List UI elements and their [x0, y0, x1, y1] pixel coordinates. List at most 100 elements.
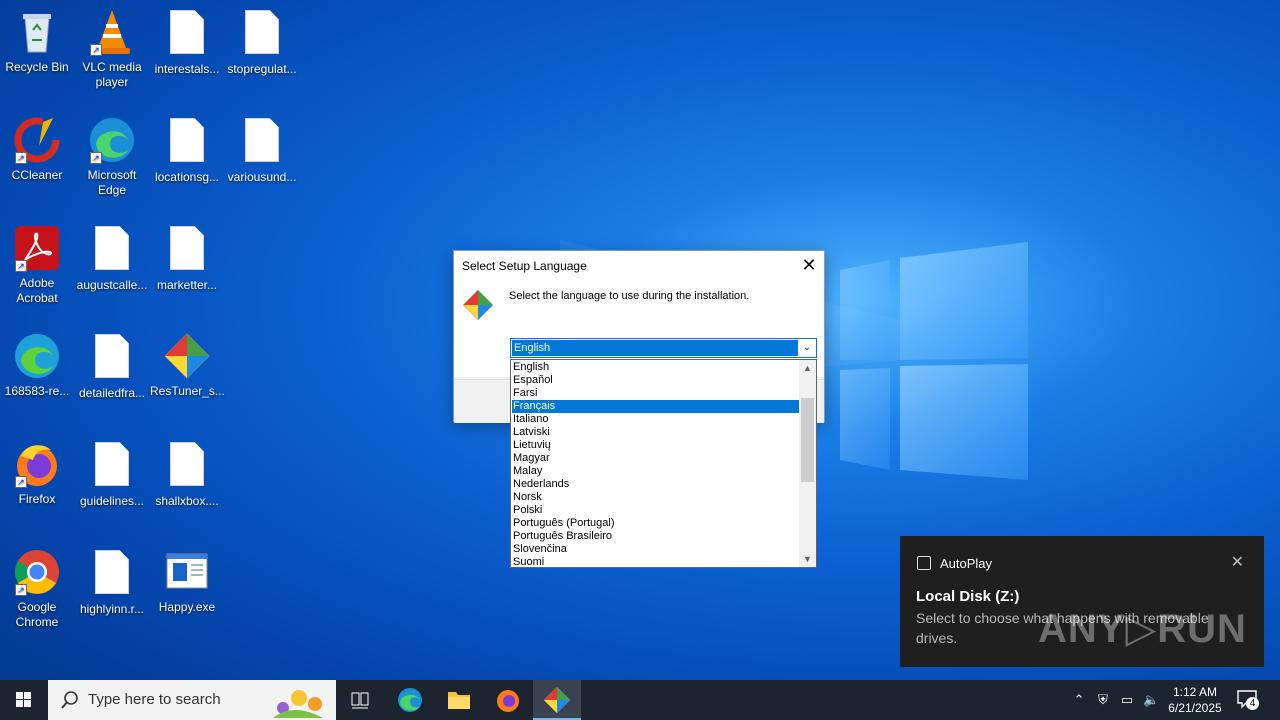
language-option[interactable]: Nederlands [512, 478, 799, 491]
notification-close-button[interactable]: ✕ [1231, 552, 1244, 572]
document-icon [245, 118, 279, 162]
search-icon [61, 691, 78, 709]
language-option[interactable]: Norsk [512, 491, 799, 504]
desktop-icon-restuner[interactable]: ResTuner_s... [150, 332, 225, 399]
taskbar-setup-button[interactable] [533, 680, 581, 720]
dropdown-scrollbar[interactable]: ▲ ▼ [799, 360, 816, 567]
desktop-icon-label: augustcalle... [76, 278, 148, 292]
language-option[interactable]: Português (Portugal) [512, 517, 799, 530]
document-icon [170, 442, 204, 486]
dialog-titlebar[interactable]: Select Setup Language ✕ [454, 251, 824, 281]
language-option[interactable]: Suomi [512, 556, 799, 569]
language-option[interactable]: Lietuvių [512, 439, 799, 452]
desktop-icon-microsoft-edge[interactable]: ↗ Microsoft Edge [75, 116, 149, 198]
desktop-icon-firefox[interactable]: ↗ Firefox [0, 440, 74, 507]
edge-icon [13, 332, 61, 380]
task-view-button[interactable] [336, 680, 384, 720]
taskbar-search-box[interactable]: Type here to search [48, 680, 336, 720]
shortcut-arrow-icon: ↗ [15, 152, 27, 164]
language-dropdown-list[interactable]: English Español Farsi Français Italiano Latvi… [510, 359, 817, 568]
taskbar-firefox-button[interactable] [484, 680, 532, 720]
desktop-icon-ccleaner[interactable]: ↗ CCleaner [0, 116, 74, 183]
desktop-icon-label: Happy.exe [158, 600, 216, 614]
language-option[interactable]: Magyar [512, 452, 799, 465]
edge-icon [398, 688, 422, 712]
document-icon [95, 226, 129, 270]
language-option[interactable]: Português Brasileiro [512, 530, 799, 543]
desktop-icon-label: 168583-re... [4, 384, 70, 398]
desktop-icon-label: highlyinn.r... [79, 602, 145, 616]
desktop-icon-recycle-bin[interactable]: Recycle Bin [0, 8, 74, 75]
defender-tray-icon[interactable]: ⛨ [1095, 692, 1111, 708]
taskbar-file-explorer-button[interactable] [435, 680, 483, 720]
language-option[interactable]: Latviski [512, 426, 799, 439]
language-option[interactable]: Italiano [512, 413, 799, 426]
start-button[interactable] [0, 680, 48, 720]
desktop-icon-adobe-acrobat[interactable]: ↗ Adobe Acrobat [0, 224, 74, 306]
desktop-icon-happy-exe[interactable]: Happy.exe [150, 548, 224, 615]
desktop-icon-label: Recycle Bin [5, 60, 69, 74]
language-items: English Español Farsi Français Italiano Latvi… [512, 361, 799, 569]
desktop-icon-marketter[interactable]: marketter... [150, 224, 224, 293]
notification-heading: Local Disk (Z:) [916, 588, 1020, 605]
network-icon[interactable]: ▭ [1119, 692, 1135, 708]
task-view-icon [351, 692, 369, 709]
desktop-icon-label: locationsg... [154, 170, 220, 184]
folder-icon [448, 692, 470, 709]
desktop-icon-label: variousund... [227, 170, 297, 184]
language-option[interactable]: Español [512, 374, 799, 387]
language-option[interactable]: English [512, 361, 799, 374]
desktop-icon-label: VLC media player [82, 60, 142, 89]
clock-date: 6/21/2025 [1168, 701, 1222, 715]
scrollbar-thumb[interactable] [801, 398, 814, 482]
desktop-icon-locationsg[interactable]: locationsg... [150, 116, 224, 185]
recycle-bin-icon [13, 8, 61, 56]
desktop-icon-shallxbox[interactable]: shallxbox.... [150, 440, 224, 509]
dialog-close-button[interactable]: ✕ [794, 251, 824, 281]
desktop-icon-label: interestals... [154, 62, 220, 76]
taskbar: Type here to search ⌃ ⛨ ▭ 🔈 1:12 AM 6/21… [0, 680, 1280, 720]
combobox-selected-value: English [512, 340, 798, 356]
desktop-icon-guidelines[interactable]: guidelines... [75, 440, 149, 509]
show-hidden-icons-chevron-up-icon[interactable]: ⌃ [1071, 692, 1087, 708]
action-center-button[interactable]: 4 [1236, 689, 1260, 711]
restuner-icon [163, 332, 211, 380]
desktop-icon-augustcalle[interactable]: augustcalle... [75, 224, 149, 293]
volume-icon[interactable]: 🔈 [1143, 692, 1159, 708]
document-icon [245, 10, 279, 54]
taskbar-clock[interactable]: 1:12 AM 6/21/2025 [1160, 684, 1230, 716]
scroll-down-arrow-icon[interactable]: ▼ [799, 551, 816, 567]
desktop-icon-variousund[interactable]: variousund... [225, 116, 299, 185]
ccleaner-icon: ↗ [13, 116, 61, 164]
desktop-icon-detailedfra[interactable]: detailedfra... [75, 332, 149, 401]
desktop-icon-label: Microsoft Edge [87, 168, 137, 197]
search-highlight-flowers-icon [273, 690, 323, 718]
chevron-down-icon[interactable]: ⌄ [800, 340, 814, 356]
language-option[interactable]: Malay [512, 465, 799, 478]
windows-logo-icon [16, 692, 31, 707]
desktop-icon-label: stopregulat... [227, 62, 297, 76]
language-combobox[interactable]: English ⌄ [510, 338, 817, 358]
taskbar-edge-button[interactable] [386, 680, 434, 720]
desktop-icon-168583[interactable]: 168583-re... [0, 332, 74, 399]
document-icon [95, 334, 129, 378]
language-option[interactable]: Français [512, 400, 799, 413]
desktop-icon-stopregulat[interactable]: stopregulat... [225, 8, 299, 77]
language-option[interactable]: Slovenčina [512, 543, 799, 556]
desktop-icon-label: marketter... [156, 278, 218, 292]
desktop-icon-interestals[interactable]: interestals... [150, 8, 224, 77]
language-option[interactable]: Polski [512, 504, 799, 517]
language-option[interactable]: Farsi [512, 387, 799, 400]
desktop-icon-google-chrome[interactable]: ↗ Google Chrome [0, 548, 74, 630]
setup-app-icon [544, 687, 570, 713]
scroll-up-arrow-icon[interactable]: ▲ [799, 360, 816, 376]
desktop-icon-label: ResTuner_s... [150, 384, 225, 398]
desktop-icon-label: CCleaner [11, 168, 63, 182]
shortcut-arrow-icon: ↗ [15, 260, 27, 272]
notification-app-name: AutoPlay [940, 556, 993, 571]
setup-app-icon [462, 289, 494, 321]
desktop-icon-label: shallxbox.... [155, 494, 219, 508]
desktop-icon-highlyinn[interactable]: highlyinn.r... [75, 548, 149, 617]
search-placeholder: Type here to search [88, 691, 221, 708]
desktop-icon-vlc[interactable]: ↗ VLC media player [75, 8, 149, 90]
